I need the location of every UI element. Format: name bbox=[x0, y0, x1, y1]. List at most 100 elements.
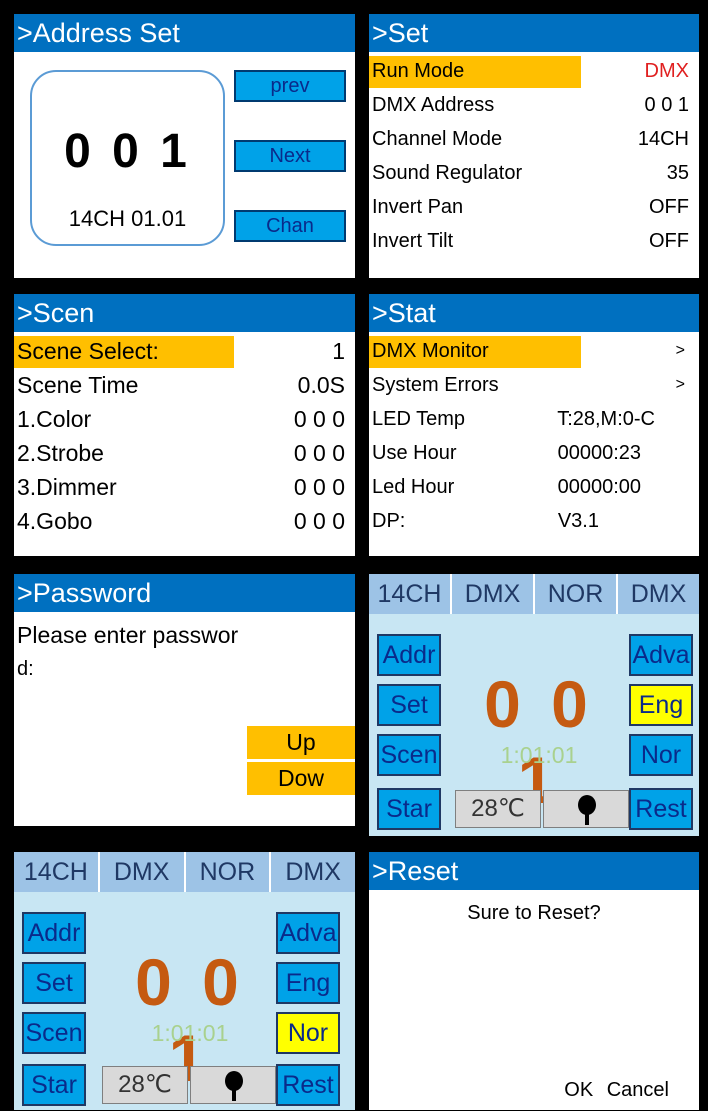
row-label: 1.Color bbox=[17, 406, 92, 432]
menu-row-run-mode[interactable]: Run Mode DMX bbox=[369, 54, 699, 88]
status-run-mode: DMX bbox=[452, 574, 535, 614]
menu-row-sound-regulator[interactable]: Sound Regulator 35 bbox=[369, 156, 699, 190]
set-screen: >Set Run Mode DMX DMX Address 0 0 1 Chan… bbox=[369, 14, 699, 278]
chan-button[interactable]: Chan bbox=[234, 210, 346, 242]
row-value: 0 0 0 bbox=[293, 440, 345, 466]
star-button[interactable]: Star bbox=[22, 1064, 86, 1106]
adva-button[interactable]: Adva bbox=[276, 912, 340, 954]
set-button[interactable]: Set bbox=[377, 684, 441, 726]
menu-row-scene-time[interactable]: Scene Time 0.0S bbox=[14, 368, 355, 402]
nor-button[interactable]: Nor bbox=[276, 1012, 340, 1054]
bulb-icon bbox=[225, 1071, 243, 1101]
status-bar: 14CH DMX NOR DMX bbox=[14, 852, 355, 892]
password-title: >Password bbox=[14, 574, 355, 612]
row-value: OFF bbox=[649, 196, 689, 218]
adva-button[interactable]: Adva bbox=[629, 634, 693, 676]
menu-row-dimmer[interactable]: 3.Dimmer 0 0 0 bbox=[14, 470, 355, 504]
menu-row-color[interactable]: 1.Color 0 0 0 bbox=[14, 402, 355, 436]
row-value: 35 bbox=[666, 162, 689, 184]
row-value: OFF bbox=[649, 230, 689, 252]
row-value: 00000:00 bbox=[557, 476, 641, 498]
address-set-title: >Address Set bbox=[14, 14, 355, 52]
addr-button[interactable]: Addr bbox=[22, 912, 86, 954]
row-label: Scene Time bbox=[17, 372, 139, 398]
lamp-status bbox=[190, 1066, 276, 1104]
menu-row-scene-select[interactable]: Scene Select: 1 bbox=[14, 334, 355, 368]
status-dmx: DMX bbox=[630, 580, 687, 608]
up-button[interactable]: Up bbox=[247, 726, 355, 759]
row-value: 14CH bbox=[637, 128, 689, 150]
reset-screen: >Reset Sure to Reset? OK Cancel bbox=[369, 852, 699, 1110]
prompt-line-1: Please enter passwor bbox=[17, 622, 239, 648]
status-dmx: DMX bbox=[285, 858, 341, 886]
row-label: DP: bbox=[372, 510, 406, 532]
time-display: 1:01:01 bbox=[151, 1020, 229, 1046]
status-nor: NOR bbox=[535, 574, 618, 614]
prev-button[interactable]: prev bbox=[234, 70, 346, 102]
temperature-display: 28℃ bbox=[455, 790, 541, 828]
chevron-right-icon: > bbox=[675, 342, 685, 359]
row-value: 0 0 0 bbox=[293, 474, 345, 500]
menu-row-gobo[interactable]: 4.Gobo 0 0 0 bbox=[14, 504, 355, 538]
eng-button[interactable]: Eng bbox=[276, 962, 340, 1004]
status-channel-mode: 14CH bbox=[369, 574, 452, 614]
cancel-button[interactable]: Cancel bbox=[607, 1079, 669, 1101]
row-label: 3.Dimmer bbox=[17, 474, 117, 500]
stat-screen: >Stat DMX Monitor > System Errors > LED … bbox=[369, 294, 699, 556]
rest-button[interactable]: Rest bbox=[276, 1064, 340, 1106]
nor-button[interactable]: Nor bbox=[629, 734, 693, 776]
menu-row-strobe[interactable]: 2.Strobe 0 0 0 bbox=[14, 436, 355, 470]
address-display-box: 0 0 1 14CH 01.01 bbox=[30, 70, 225, 246]
menu-row-led-temp: LED Temp T:28,M:0-C bbox=[369, 402, 699, 436]
row-label: Use Hour bbox=[372, 442, 457, 464]
status-bar: 14CH DMX NOR DMX bbox=[369, 574, 699, 614]
reset-actions: OK Cancel bbox=[556, 1079, 669, 1102]
menu-row-dp-version: DP: V3.1 bbox=[369, 504, 699, 538]
row-value: DMX bbox=[644, 60, 689, 82]
row-label: Sound Regulator bbox=[372, 162, 523, 184]
row-label: DMX Address bbox=[372, 94, 495, 116]
down-button[interactable]: Dow bbox=[247, 762, 355, 795]
set-title: >Set bbox=[369, 14, 699, 52]
addr-button[interactable]: Addr bbox=[377, 634, 441, 676]
row-value: 0.0S bbox=[297, 372, 345, 398]
row-value: 1 bbox=[332, 338, 345, 364]
ok-button[interactable]: OK bbox=[564, 1079, 593, 1101]
reset-question: Sure to Reset? bbox=[467, 902, 601, 924]
next-button[interactable]: Next bbox=[234, 140, 346, 172]
lamp-status bbox=[543, 790, 629, 828]
status-run-mode: DMX bbox=[100, 852, 186, 892]
password-screen: >Password Please enter passwor d: Up Dow bbox=[14, 574, 355, 826]
status-nor: NOR bbox=[186, 852, 272, 892]
address-set-screen: >Address Set 0 0 1 14CH 01.01 prev Next … bbox=[14, 14, 355, 278]
menu-row-system-errors[interactable]: System Errors > bbox=[369, 368, 699, 402]
temperature-display: 28℃ bbox=[102, 1066, 188, 1104]
row-value: 00000:23 bbox=[557, 442, 641, 464]
scen-button[interactable]: Scen bbox=[377, 734, 441, 776]
row-label: LED Temp bbox=[372, 408, 466, 430]
set-button[interactable]: Set bbox=[22, 962, 86, 1004]
rest-button[interactable]: Rest bbox=[629, 788, 693, 830]
row-label: Invert Pan bbox=[372, 196, 464, 218]
menu-row-invert-tilt[interactable]: Invert Tilt OFF bbox=[369, 224, 699, 258]
row-value: V3.1 bbox=[557, 510, 599, 532]
channel-mode-label: 14CH 01.01 bbox=[68, 206, 187, 231]
menu-row-dmx-monitor[interactable]: DMX Monitor > bbox=[369, 334, 699, 368]
scen-button[interactable]: Scen bbox=[22, 1012, 86, 1054]
menu-row-dmx-address[interactable]: DMX Address 0 0 1 bbox=[369, 88, 699, 122]
stat-title: >Stat bbox=[369, 294, 699, 332]
address-value: 0 0 1 bbox=[64, 125, 191, 178]
row-label: Run Mode bbox=[372, 60, 465, 82]
password-prompt: Please enter passwor d: bbox=[17, 618, 345, 686]
eng-button[interactable]: Eng bbox=[629, 684, 693, 726]
star-button[interactable]: Star bbox=[377, 788, 441, 830]
menu-row-led-hour: Led Hour 00000:00 bbox=[369, 470, 699, 504]
menu-row-channel-mode[interactable]: Channel Mode 14CH bbox=[369, 122, 699, 156]
row-label: 4.Gobo bbox=[17, 508, 93, 534]
row-label: Invert Tilt bbox=[372, 230, 454, 252]
row-label: System Errors bbox=[372, 374, 499, 396]
scen-screen: >Scen Scene Select: 1 Scene Time 0.0S 1.… bbox=[14, 294, 355, 556]
row-label: Channel Mode bbox=[372, 128, 503, 150]
menu-row-invert-pan[interactable]: Invert Pan OFF bbox=[369, 190, 699, 224]
row-value: T:28,M:0-C bbox=[557, 408, 655, 430]
